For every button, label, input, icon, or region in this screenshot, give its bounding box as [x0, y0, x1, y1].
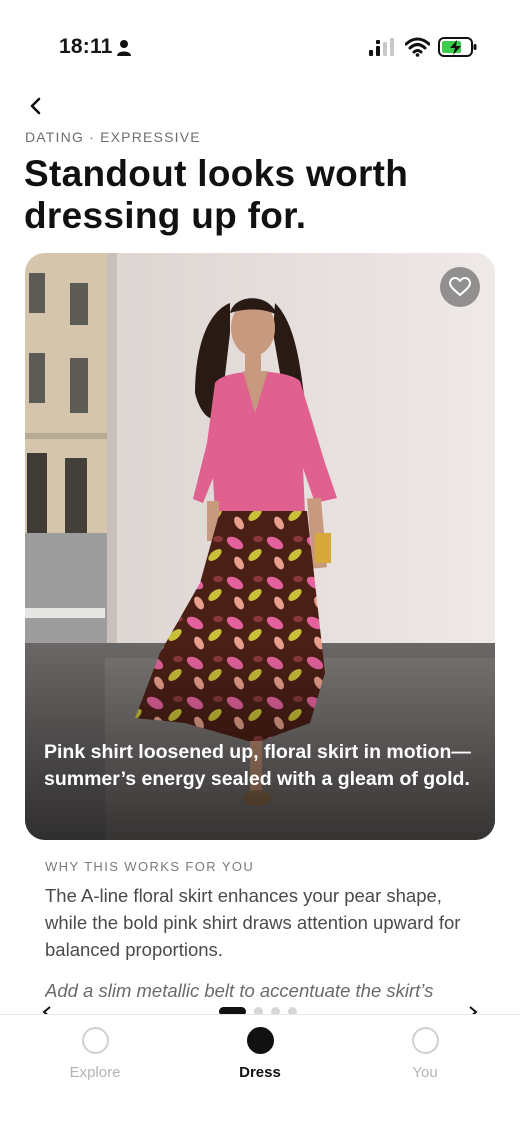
app-screen: 18:11 DATING · EXPRESSIVE Standout looks… — [0, 0, 520, 1129]
explore-icon — [81, 1027, 109, 1054]
why-heading: WHY THIS WORKS FOR YOU — [45, 859, 255, 874]
heart-icon — [449, 277, 471, 296]
signal-icon — [369, 38, 394, 56]
tab-explore[interactable]: Explore — [35, 1027, 155, 1081]
person-icon — [117, 40, 131, 56]
carousel-dot[interactable] — [288, 1007, 297, 1014]
battery-charging-icon — [438, 37, 477, 57]
chevron-right-icon[interactable] — [466, 1005, 480, 1014]
wifi-icon — [405, 37, 430, 57]
favorite-button[interactable] — [440, 267, 480, 307]
look-caption: Pink shirt loosened up, floral skirt in … — [44, 741, 471, 790]
carousel-dot[interactable] — [254, 1007, 263, 1014]
chevron-left-icon — [30, 97, 41, 115]
back-button[interactable] — [22, 92, 50, 120]
tab-bar: Explore Dress You — [0, 1014, 520, 1129]
why-body: The A-line floral skirt enhances your pe… — [45, 885, 461, 960]
page-title: Standout looks worth dressing up for. — [24, 153, 409, 236]
tab-label: Dress — [239, 1064, 281, 1081]
chevron-left-icon[interactable] — [40, 1005, 54, 1014]
tab-dress[interactable]: Dress — [200, 1027, 320, 1081]
styling-tip: Add a slim metallic belt to accentuate t… — [45, 980, 434, 1001]
tab-label: You — [412, 1064, 438, 1081]
tab-you[interactable]: You — [365, 1027, 485, 1081]
look-card[interactable]: Pink shirt loosened up, floral skirt in … — [25, 253, 495, 840]
carousel-dot[interactable] — [271, 1007, 280, 1014]
status-time: 18:11 — [59, 35, 113, 58]
status-bar: 18:11 — [0, 0, 520, 90]
tab-label: Explore — [69, 1064, 121, 1081]
carousel-controls — [0, 1000, 520, 1014]
you-icon — [411, 1027, 439, 1054]
carousel-dot-active[interactable] — [219, 1007, 246, 1014]
carousel-dots — [219, 1007, 297, 1014]
category-eyebrow: DATING · EXPRESSIVE — [25, 129, 201, 145]
dress-icon — [246, 1027, 274, 1054]
